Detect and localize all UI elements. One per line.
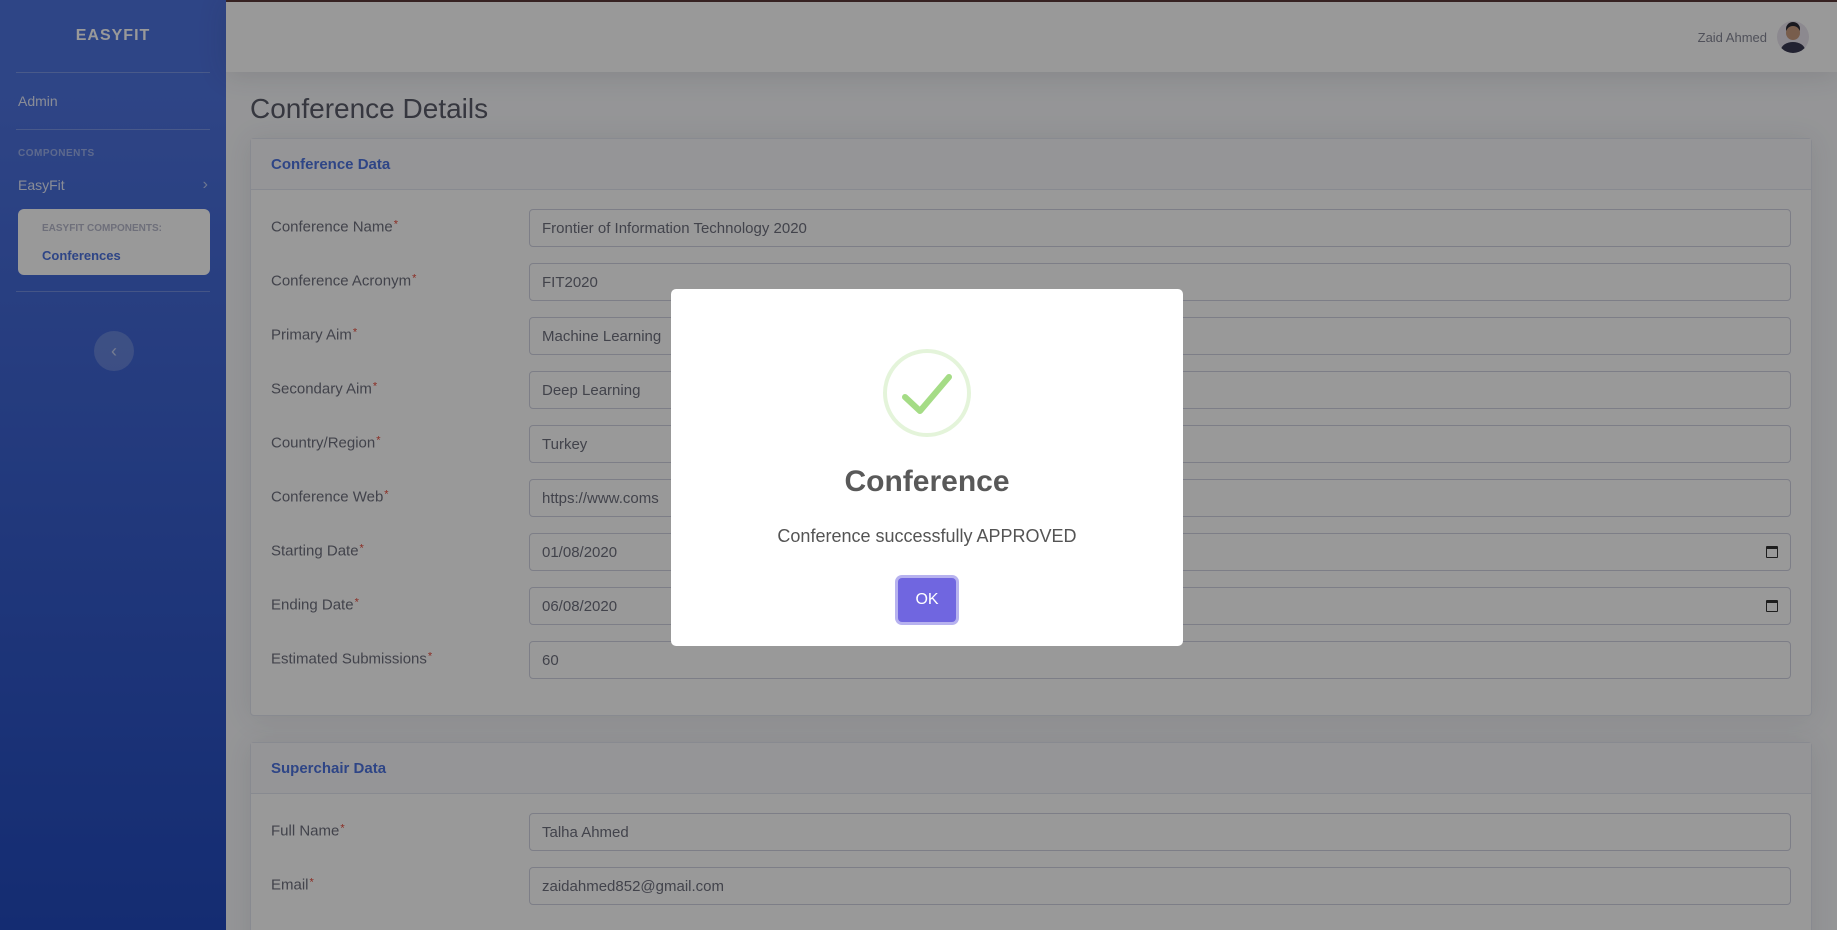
modal-backdrop[interactable]: Conference Conference successfully APPRO… (0, 0, 1837, 930)
success-check-icon (883, 349, 971, 437)
success-dialog: Conference Conference successfully APPRO… (671, 289, 1183, 646)
ok-button[interactable]: OK (898, 578, 956, 622)
dialog-message: Conference successfully APPROVED (777, 526, 1077, 546)
dialog-title: Conference (844, 465, 1010, 498)
